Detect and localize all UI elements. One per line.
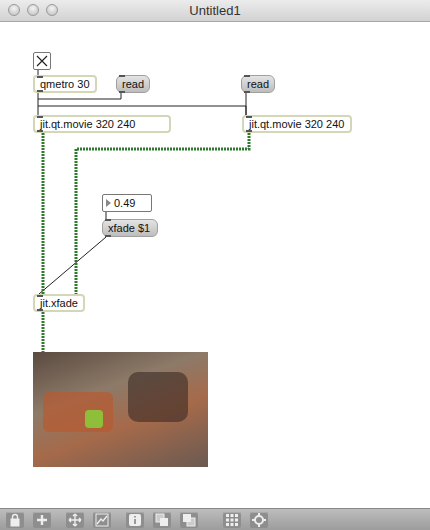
object-box[interactable]: jit.qt.movie 320 240 bbox=[33, 115, 171, 133]
window-title: Untitled1 bbox=[189, 3, 240, 18]
object-box[interactable]: jit.qt.movie 320 240 bbox=[242, 115, 352, 133]
inlet[interactable] bbox=[105, 219, 111, 221]
graph-button[interactable] bbox=[93, 512, 111, 528]
patcher-window: Untitled1 qmetro 30 read read jit.qt.mov… bbox=[0, 0, 430, 530]
toggle[interactable] bbox=[33, 52, 51, 70]
outlet[interactable] bbox=[244, 91, 250, 93]
toggle-x-icon bbox=[36, 55, 48, 67]
number-triangle-icon bbox=[106, 199, 111, 207]
inlet[interactable] bbox=[37, 76, 43, 78]
message-box[interactable]: read bbox=[116, 75, 150, 93]
patcher-canvas[interactable]: qmetro 30 read read jit.qt.movie 320 240… bbox=[0, 22, 430, 508]
outlet[interactable] bbox=[37, 90, 43, 92]
move-button[interactable] bbox=[66, 512, 84, 528]
outlet[interactable] bbox=[37, 130, 43, 132]
grid-icon bbox=[225, 513, 239, 527]
inlet[interactable] bbox=[37, 295, 43, 297]
message-box[interactable]: read bbox=[241, 75, 275, 93]
grid-button[interactable] bbox=[223, 512, 241, 528]
back-button[interactable] bbox=[180, 512, 198, 528]
outlet[interactable] bbox=[119, 91, 125, 93]
outlet[interactable] bbox=[105, 235, 111, 237]
zoom-button[interactable] bbox=[46, 4, 58, 16]
inlet[interactable] bbox=[37, 116, 43, 118]
graph-icon bbox=[95, 513, 109, 527]
back-icon bbox=[182, 513, 196, 527]
message-box[interactable]: xfade $1 bbox=[102, 219, 158, 237]
gear-button[interactable] bbox=[250, 512, 268, 528]
plus-icon bbox=[35, 513, 49, 527]
outlet[interactable] bbox=[246, 130, 252, 132]
lock-button[interactable] bbox=[6, 512, 24, 528]
object-box[interactable]: jit.xfade bbox=[33, 294, 85, 312]
patcher-toolbar bbox=[0, 508, 430, 530]
front-icon bbox=[155, 513, 169, 527]
inlet[interactable] bbox=[119, 75, 125, 77]
gear-icon bbox=[252, 513, 266, 527]
title-bar: Untitled1 bbox=[0, 0, 430, 22]
front-button[interactable] bbox=[153, 512, 171, 528]
plus-button[interactable] bbox=[33, 512, 51, 528]
inlet[interactable] bbox=[244, 75, 250, 77]
outlet[interactable] bbox=[37, 309, 43, 311]
object-box[interactable]: qmetro 30 bbox=[33, 75, 97, 93]
video-display bbox=[33, 352, 208, 467]
info-button[interactable] bbox=[126, 512, 144, 528]
move-icon bbox=[68, 513, 82, 527]
info-icon bbox=[128, 513, 142, 527]
inlet[interactable] bbox=[246, 116, 252, 118]
close-button[interactable] bbox=[8, 4, 20, 16]
minimize-button[interactable] bbox=[27, 4, 39, 16]
lock-icon bbox=[8, 513, 22, 527]
number-box[interactable]: 0.49 bbox=[102, 194, 152, 212]
